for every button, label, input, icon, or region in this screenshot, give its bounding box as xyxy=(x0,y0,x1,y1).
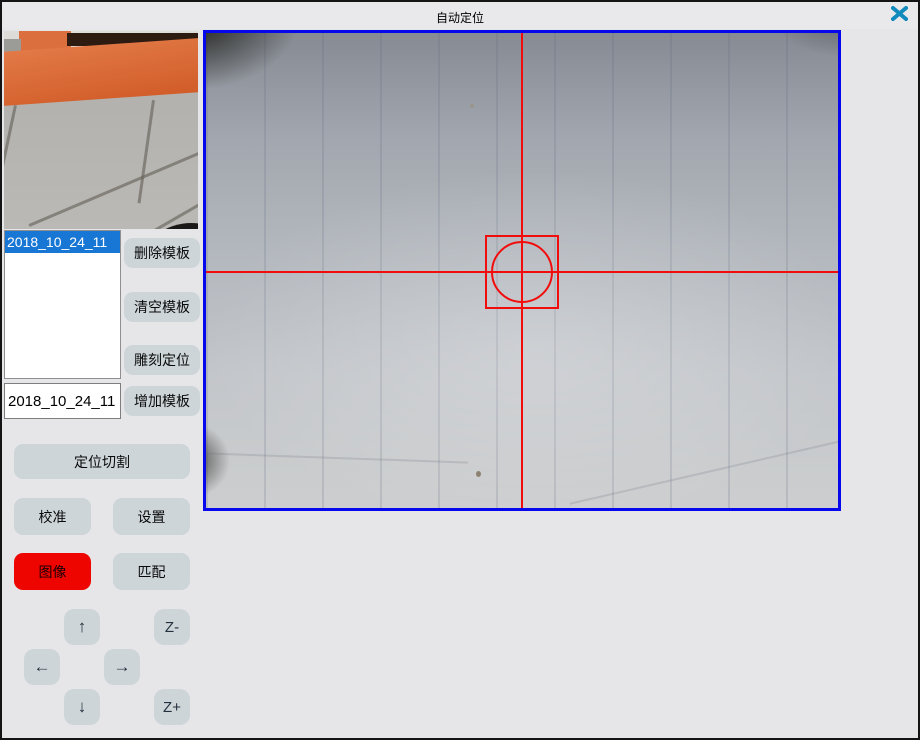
jog-left-button[interactable]: ← xyxy=(24,649,60,685)
thumb-grout-line xyxy=(29,151,198,226)
camera-faint-line xyxy=(206,452,468,463)
jog-z-minus-button[interactable]: Z- xyxy=(154,609,190,645)
template-listbox[interactable]: 2018_10_24_11 xyxy=(4,230,121,379)
camera-speck xyxy=(476,471,481,477)
engrave-position-button[interactable]: 雕刻定位 xyxy=(124,345,200,375)
template-preview-image xyxy=(4,31,198,229)
settings-button[interactable]: 设置 xyxy=(113,498,190,535)
match-button[interactable]: 匹配 xyxy=(113,553,190,590)
add-template-button[interactable]: 增加模板 xyxy=(124,386,200,416)
delete-template-button[interactable]: 删除模板 xyxy=(124,238,200,268)
title-bar: 自动定位 xyxy=(2,2,918,29)
close-button[interactable] xyxy=(888,6,910,26)
camera-faint-line xyxy=(570,435,841,504)
thumb-dark-object xyxy=(144,223,198,229)
jog-down-button[interactable]: ↓ xyxy=(64,689,100,725)
close-icon xyxy=(891,6,908,26)
target-circle-overlay xyxy=(491,241,553,303)
template-name-input[interactable] xyxy=(4,383,121,419)
auto-position-window: 自动定位 2018_10_24_11 删除模板 清空模板 雕刻定位 增加模板 xyxy=(0,0,920,740)
clear-templates-button[interactable]: 清空模板 xyxy=(124,292,200,322)
window-title: 自动定位 xyxy=(2,9,918,26)
image-button-active[interactable]: 图像 xyxy=(14,553,91,590)
jog-right-button[interactable]: → xyxy=(104,649,140,685)
list-item[interactable]: 2018_10_24_11 xyxy=(5,231,120,253)
thumb-grout-line xyxy=(138,100,155,203)
camera-speck xyxy=(470,104,474,108)
jog-z-plus-button[interactable]: Z+ xyxy=(154,689,190,725)
thumb-grout-line xyxy=(4,105,16,229)
camera-view[interactable] xyxy=(203,30,841,511)
jog-up-button[interactable]: ↑ xyxy=(64,609,100,645)
position-cut-button[interactable]: 定位切割 xyxy=(14,444,190,479)
calibrate-button[interactable]: 校准 xyxy=(14,498,91,535)
